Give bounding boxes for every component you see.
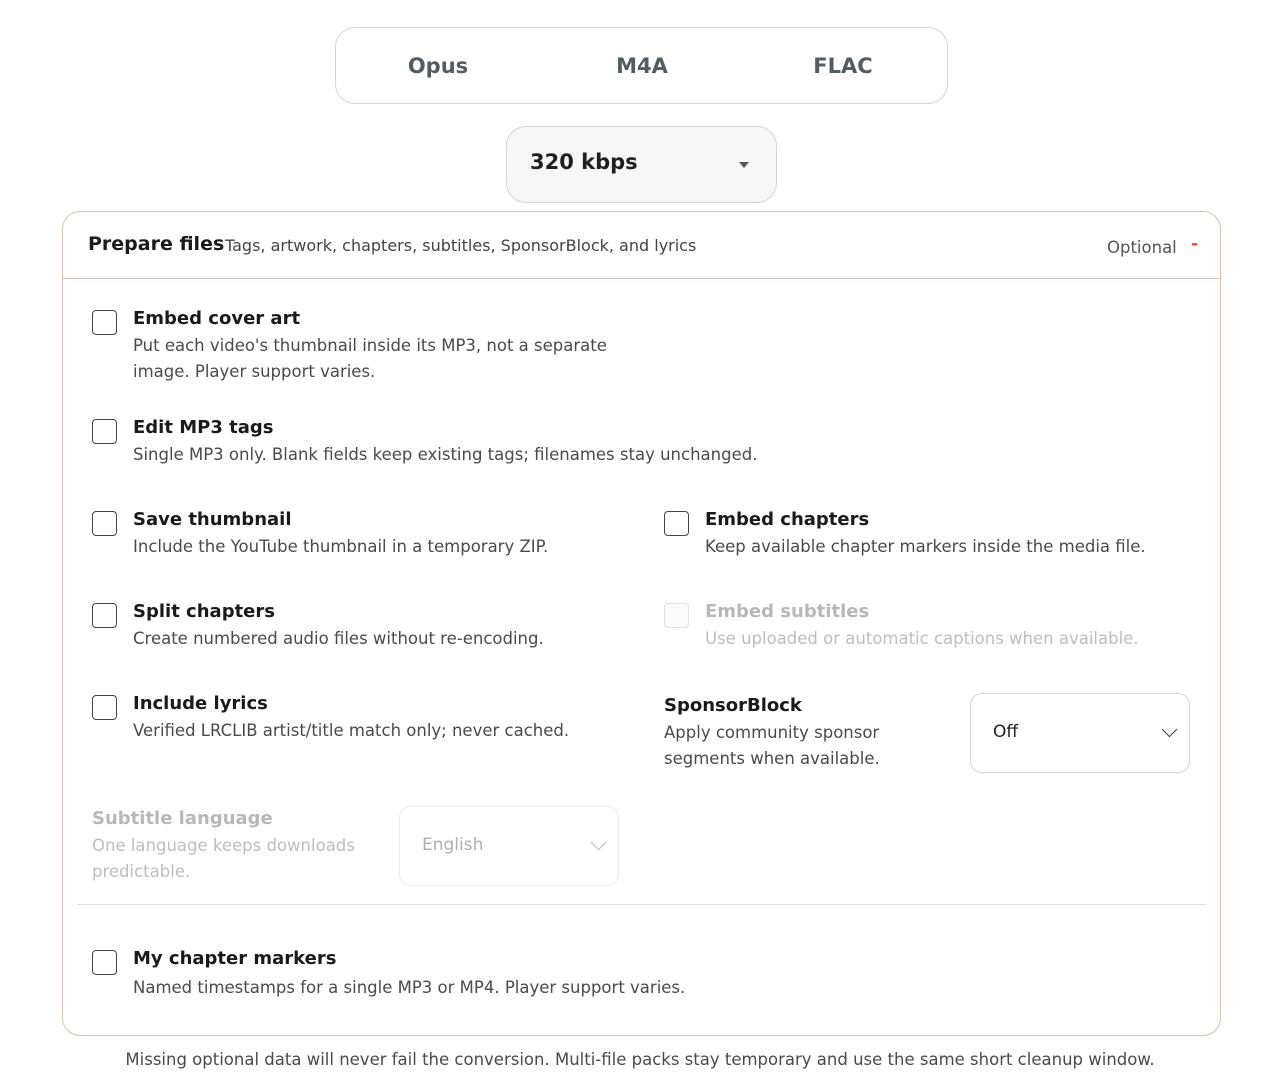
split-chapters-title: Split chapters <box>133 601 275 622</box>
embed-subtitles-checkbox <box>664 603 689 628</box>
tab-opus[interactable]: Opus <box>336 28 540 103</box>
my-chapter-markers-checkbox[interactable] <box>92 950 117 975</box>
edit-mp3-tags-desc: Single MP3 only. Blank fields keep exist… <box>133 445 758 464</box>
sponsorblock-desc: Apply community sponsor segments when av… <box>664 723 880 768</box>
format-tabs: Opus M4A FLAC <box>335 27 948 104</box>
subtitle-language-desc: One language keeps downloads predictable… <box>92 836 355 881</box>
sponsorblock-value: Off <box>993 722 1019 742</box>
embed-chapters-title: Embed chapters <box>705 509 870 530</box>
bitrate-value: 320 kbps <box>530 150 638 174</box>
embed-cover-art-checkbox[interactable] <box>92 310 117 335</box>
sponsorblock-select[interactable]: Off <box>970 693 1190 773</box>
panel-subtitle: Tags, artwork, chapters, subtitles, Spon… <box>225 236 697 255</box>
collapse-toggle[interactable]: - <box>1191 234 1198 254</box>
chevron-down-icon <box>1161 721 1178 738</box>
bitrate-select[interactable]: 320 kbps <box>506 126 777 203</box>
edit-mp3-tags-title: Edit MP3 tags <box>133 417 274 438</box>
embed-chapters-checkbox[interactable] <box>664 511 689 536</box>
save-thumbnail-desc: Include the YouTube thumbnail in a tempo… <box>133 537 549 556</box>
tab-flac[interactable]: FLAC <box>741 28 945 103</box>
caret-down-icon <box>739 162 749 168</box>
save-thumbnail-title: Save thumbnail <box>133 509 292 530</box>
footer-note: Missing optional data will never fail th… <box>125 1050 1155 1069</box>
include-lyrics-desc: Verified LRCLIB artist/title match only;… <box>133 721 570 740</box>
save-thumbnail-checkbox[interactable] <box>92 511 117 536</box>
edit-mp3-tags-checkbox[interactable] <box>92 419 117 444</box>
sponsorblock-title: SponsorBlock <box>664 695 802 716</box>
subtitle-language-value: English <box>422 835 484 855</box>
split-chapters-desc: Create numbered audio files without re-e… <box>133 629 544 648</box>
embed-subtitles-desc: Use uploaded or automatic captions when … <box>705 629 1139 648</box>
include-lyrics-title: Include lyrics <box>133 693 268 714</box>
my-chapter-markers-desc: Named timestamps for a single MP3 or MP4… <box>133 978 686 997</box>
section-divider <box>77 904 1206 905</box>
embed-chapters-desc: Keep available chapter markers inside th… <box>705 537 1146 556</box>
embed-cover-art-title: Embed cover art <box>133 308 301 329</box>
tab-m4a[interactable]: M4A <box>540 28 744 103</box>
subtitle-language-select: English <box>399 806 619 886</box>
panel-header[interactable]: Prepare files Tags, artwork, chapters, s… <box>63 212 1220 279</box>
panel-title: Prepare files <box>88 233 225 255</box>
embed-subtitles-title: Embed subtitles <box>705 601 870 622</box>
my-chapter-markers-title: My chapter markers <box>133 948 337 969</box>
optional-label: Optional <box>1107 238 1177 257</box>
chevron-down-icon <box>590 834 607 851</box>
embed-cover-art-desc: Put each video's thumbnail inside its MP… <box>133 336 607 381</box>
include-lyrics-checkbox[interactable] <box>92 695 117 720</box>
subtitle-language-title: Subtitle language <box>92 808 273 829</box>
split-chapters-checkbox[interactable] <box>92 603 117 628</box>
